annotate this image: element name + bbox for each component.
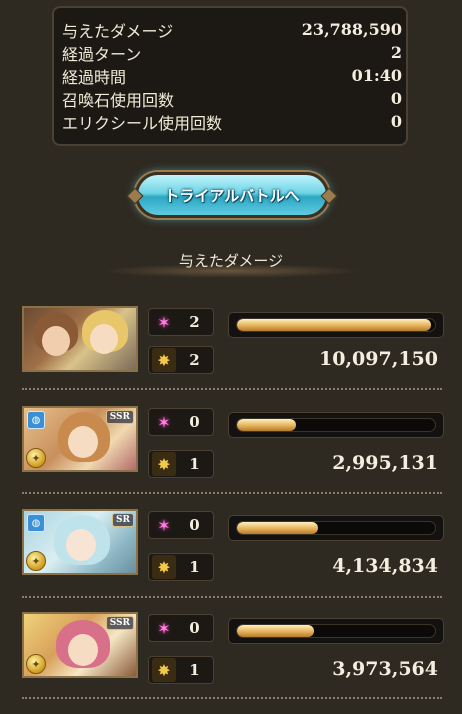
damage-bar-track [236, 318, 436, 332]
row-divider [22, 596, 442, 598]
damage-bar [228, 515, 444, 541]
gold-badge-icon: ✦ [26, 448, 46, 468]
stat-value: 0 [390, 89, 402, 108]
rarity-badge: SR [112, 513, 134, 527]
damage-bar-track [236, 521, 436, 535]
stat-row-elixir: エリクシール使用回数 0 [62, 110, 406, 133]
section-title: 与えたダメージ [178, 252, 284, 270]
party-member-row: ✶ 2 ✸ 2 10,097,150 [0, 306, 462, 408]
damage-bar [228, 618, 444, 644]
damage-bar [228, 312, 444, 338]
skill-count: 0 [189, 516, 200, 534]
row-divider [22, 492, 442, 494]
stat-label: 召喚石使用回数 [62, 90, 175, 110]
stat-row-damage: 与えたダメージ 23,788,590 [62, 18, 406, 41]
damage-value: 10,097,150 [319, 348, 438, 370]
gold-burst-icon: ✸ [152, 658, 176, 682]
stat-value: 2 [390, 43, 402, 62]
stat-label: エリクシール使用回数 [62, 113, 223, 133]
skill-count: 0 [189, 413, 200, 431]
damage-bar-fill [237, 522, 319, 534]
skill-counter: ✶ 0 [148, 408, 214, 436]
damage-bar-fill [237, 319, 432, 331]
damage-bar-fill [237, 625, 315, 637]
ougi-count: 1 [189, 558, 200, 576]
ougi-counter: ✸ 1 [148, 656, 214, 684]
gold-badge-icon: ✦ [26, 654, 46, 674]
damage-bar [228, 412, 444, 438]
stat-row-summons: 召喚石使用回数 0 [62, 87, 406, 110]
damage-bar-track [236, 418, 436, 432]
stat-value: 0 [390, 112, 402, 131]
trial-battle-button[interactable]: トライアルバトルへ [126, 172, 338, 218]
gold-burst-icon: ✸ [152, 555, 176, 579]
skill-counter: ✶ 2 [148, 308, 214, 336]
gold-badge-icon: ✦ [26, 551, 46, 571]
pink-star-icon: ✶ [157, 412, 171, 432]
pink-star-icon: ✶ [157, 618, 171, 638]
ougi-counter: ✸ 1 [148, 553, 214, 581]
stat-label: 経過時間 [62, 67, 127, 87]
rarity-badge: SSR [105, 616, 134, 630]
row-divider [22, 697, 442, 699]
stat-label: 与えたダメージ [62, 21, 174, 41]
rarity-badge: SSR [105, 410, 134, 424]
button-left-ornament [126, 187, 144, 205]
ougi-count: 1 [189, 661, 200, 679]
damage-bar-fill [237, 419, 297, 431]
main-characters-portrait[interactable] [22, 306, 138, 372]
stat-label: 経過ターン [62, 44, 142, 64]
skill-counter: ✶ 0 [148, 511, 214, 539]
sr-character-portrait[interactable]: ◍ ✦ SR [22, 509, 138, 575]
trial-battle-button-label: トライアルバトルへ [164, 186, 300, 205]
pink-star-icon: ✶ [157, 312, 171, 332]
row-divider [22, 388, 442, 390]
stat-row-turns: 経過ターン 2 [62, 41, 406, 64]
skill-counter: ✶ 0 [148, 614, 214, 642]
damage-value: 3,973,564 [332, 658, 438, 680]
damage-value: 4,134,834 [332, 555, 438, 577]
damage-value: 2,995,131 [332, 452, 438, 474]
ougi-counter: ✸ 1 [148, 450, 214, 478]
water-element-icon: ◍ [27, 514, 45, 532]
ougi-count: 2 [189, 351, 200, 369]
battle-stats-panel: 与えたダメージ 23,788,590 経過ターン 2 経過時間 01:40 召喚… [52, 6, 408, 146]
damage-bar-track [236, 624, 436, 638]
pink-star-icon: ✶ [157, 515, 171, 535]
ssr-character-portrait[interactable]: ◍ ✦ SSR [22, 406, 138, 472]
stat-value: 23,788,590 [301, 20, 402, 39]
ougi-count: 1 [189, 455, 200, 473]
skill-count: 0 [189, 619, 200, 637]
stat-value: 01:40 [351, 66, 402, 85]
gold-burst-icon: ✸ [152, 348, 176, 372]
stat-row-time: 経過時間 01:40 [62, 64, 406, 87]
skill-count: 2 [189, 313, 200, 331]
button-right-ornament [320, 187, 338, 205]
ougi-counter: ✸ 2 [148, 346, 214, 374]
water-element-icon: ◍ [27, 411, 45, 429]
ssr-character-portrait[interactable]: ✦ SSR [22, 612, 138, 678]
gold-burst-icon: ✸ [152, 452, 176, 476]
